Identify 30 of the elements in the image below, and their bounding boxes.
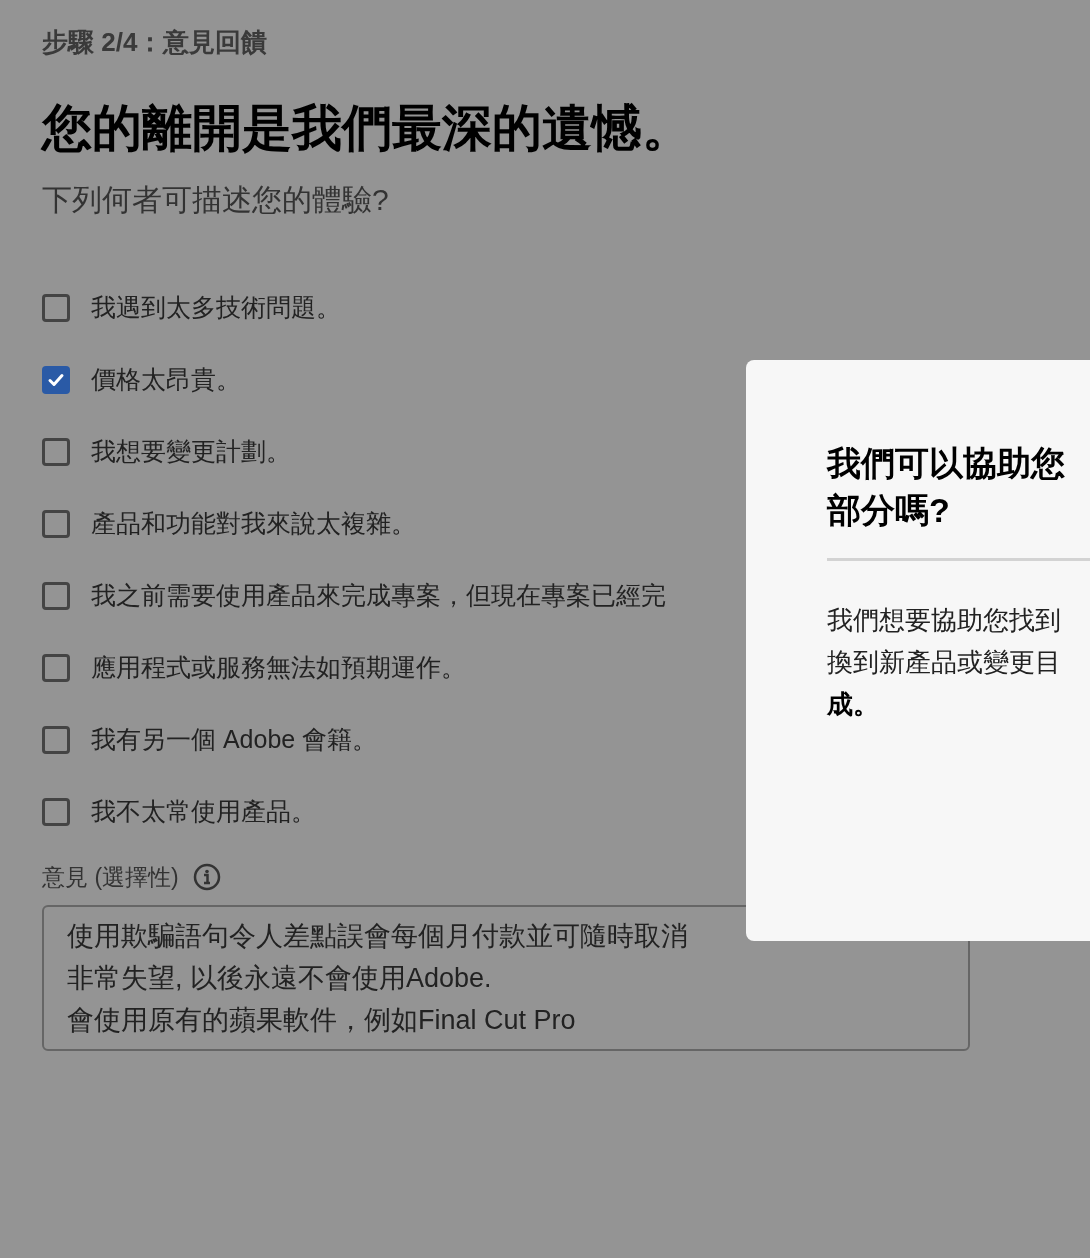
checkbox[interactable] (42, 438, 70, 466)
checkbox[interactable] (42, 582, 70, 610)
option-label: 我想要變更計劃。 (91, 436, 291, 468)
checkbox[interactable] (42, 654, 70, 682)
dialog-text: 我們想要協助您找到 (827, 604, 1062, 637)
comment-text-line: 非常失望, 以後永遠不會使用Adobe. (67, 961, 493, 995)
checkbox[interactable] (42, 726, 70, 754)
dialog-title: 我們可以協助您 (827, 443, 1066, 484)
dialog-title: 部分嗎? (827, 490, 951, 531)
checkbox[interactable] (42, 798, 70, 826)
option-label: 價格太昂貴。 (91, 364, 241, 396)
dialog-text: 成。 (827, 688, 880, 721)
comment-text-line: 使用欺騙語句令人差點誤會每個月付款並可隨時取消 (67, 919, 689, 953)
dialog-text: 換到新產品或變更目 (827, 646, 1062, 679)
comment-text-line: 會使用原有的蘋果軟件，例如Final Cut Pro (67, 1003, 577, 1037)
option-label: 應用程式或服務無法如預期運作。 (91, 652, 466, 684)
page-heading: 您的離開是我們最深的遺憾。 (42, 99, 693, 158)
option-label: 我遇到太多技術問題。 (91, 292, 341, 324)
checkbox[interactable] (42, 510, 70, 538)
checkbox[interactable] (42, 366, 70, 394)
option-label: 我不太常使用產品。 (91, 796, 316, 828)
comment-label: 意見 (選擇性) (42, 863, 179, 892)
option-label: 產品和功能對我來說太複雜。 (91, 508, 416, 540)
question-text: 下列何者可描述您的體驗? (42, 182, 390, 218)
option-label: 我有另一個 Adobe 會籍。 (91, 724, 378, 756)
step-label: 步驟 2/4：意見回饋 (42, 26, 269, 59)
checkmark-icon (47, 371, 65, 389)
checkbox[interactable] (42, 294, 70, 322)
info-icon[interactable] (192, 863, 221, 892)
option-label: 我之前需要使用產品來完成專案，但現在專案已經完 (91, 580, 666, 612)
